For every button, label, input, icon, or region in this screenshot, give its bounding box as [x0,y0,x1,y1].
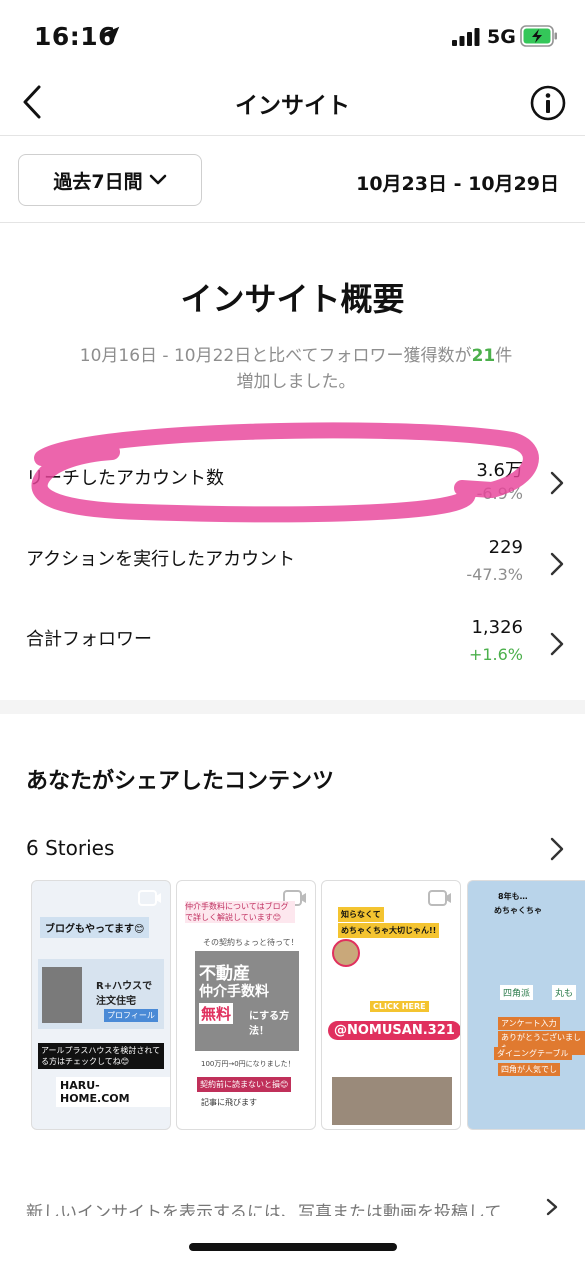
home-indicator[interactable] [189,1243,397,1251]
story-text: 丸も [552,985,577,1000]
story-text: R+ハウスで注文住宅 [96,981,153,1007]
metric-value: 1,326 [471,617,523,638]
story-text: 100万円→0円になりました！ [201,1060,295,1068]
follower-gain-number: 21 [471,346,496,366]
story-thumbnail[interactable]: 仲介手数料についてはブログで詳しく解説しています😊 その契約ちょっと待って！ 不… [176,880,316,1130]
story-photo: 不動産 仲介手数料 無料 にする方法！ [195,951,299,1051]
info-icon[interactable] [529,84,567,122]
story-text: アールプラスハウスを検討されてる方はチェックしてね😊 [38,1043,164,1069]
story-text: ダイニングテーブル [494,1047,572,1060]
metric-change: +1.6% [468,645,523,664]
story-text: 仲介手数料についてはブログで詳しく解説しています😊 [185,901,295,923]
story-text: 8年も… [498,892,528,901]
period-row: 過去7日間 10月23日 - 10月29日 [0,137,585,223]
chevron-right-icon [550,552,564,576]
metric-value: 229 [488,537,523,558]
story-text: プロフィール [104,1009,158,1022]
chevron-right-icon [550,471,564,495]
story-text: 記事に飛びます [201,1098,257,1107]
footer-hint: 新しいインサイトを表示するには、写真または動画を投稿して [26,1203,502,1216]
story-photo: R+ハウスで注文住宅 プロフィール [38,959,164,1029]
battery-charging-icon [520,25,557,47]
overview-desc-suffix: 件 [495,346,513,366]
story-text: ブログもやってます😊 [40,917,150,938]
story-text: @NOMUSAN.321 [328,1021,460,1040]
story-text: めちゃくちゃ大切じゃん!! [338,923,440,938]
chevron-right-icon[interactable] [549,836,565,862]
signal-icon [452,28,480,46]
camera-icon [138,890,161,906]
overview-title: インサイト概要 [180,280,405,318]
metric-label: 合計フォロワー [26,629,152,650]
period-dropdown[interactable]: 過去7日間 [18,154,202,206]
overview-desc-prefix: 10月16日 - 10月22日と比べてフォロワー獲得数が [79,346,472,366]
story-text: 知らなくて [338,907,384,922]
story-text: アンケート入力 [498,1017,560,1030]
page-title: インサイト [235,93,350,119]
camera-icon [428,890,451,906]
navigation-bar: インサイト [0,70,585,136]
story-text: その契約ちょっと待って！ [203,938,299,947]
story-text: CLICK HERE [370,1001,429,1012]
story-thumbnail[interactable]: ブログもやってます😊 R+ハウスで注文住宅 プロフィール アールプラスハウスを検… [31,880,171,1130]
chevron-right-icon[interactable] [545,1198,559,1216]
story-text: 契約前に読まないと損😊 [197,1077,292,1092]
story-text: 仲介手数料 [199,984,269,1000]
story-text: 四角派 [500,985,534,1000]
metric-row-followers[interactable]: 合計フォロワー 1,326 +1.6% [0,617,585,677]
period-selected: 過去7日間 [53,170,143,193]
chevron-down-icon [149,174,166,185]
date-range: 10月23日 - 10月29日 [356,173,559,195]
metric-row-reach[interactable]: リーチしたアカウント数 3.6万 -6.9% [0,456,585,516]
stories-label[interactable]: 6 Stories [26,836,114,860]
metric-label: リーチしたアカウント数 [26,468,224,489]
story-text: にする方法！ [249,1011,290,1037]
story-thumbnail[interactable]: 8年も… めちゃくちゃ 四角派 丸も アンケート入力 ありがとうございました ダ… [467,880,585,1130]
story-text: 無料 [199,1003,234,1024]
status-bar: 16:16 5G [0,0,585,70]
section-separator [0,700,585,714]
metric-value: 3.6万 [476,460,523,481]
story-thumbnail[interactable]: 知らなくて めちゃくちゃ大切じゃん!! CLICK HERE @NOMUSAN.… [321,880,461,1130]
story-text: めちゃくちゃ [494,906,542,915]
metric-change: -6.9% [476,484,523,503]
overview-description: 10月16日 - 10月22日と比べてフォロワー獲得数が21件 増加しました。 [56,343,536,395]
content-section-title: あなたがシェアしたコンテンツ [26,769,335,794]
location-arrow-icon [102,26,120,44]
metric-label: アクションを実行したアカウント [26,549,296,570]
metric-row-actions[interactable]: アクションを実行したアカウント 229 -47.3% [0,537,585,597]
story-link: HARU-HOME.COM [56,1077,170,1107]
story-text: 四角が人気でし [498,1063,560,1076]
chevron-right-icon [550,632,564,656]
overview-desc-line2: 増加しました。 [236,372,356,392]
metric-change: -47.3% [466,565,523,584]
network-label: 5G [487,26,516,48]
